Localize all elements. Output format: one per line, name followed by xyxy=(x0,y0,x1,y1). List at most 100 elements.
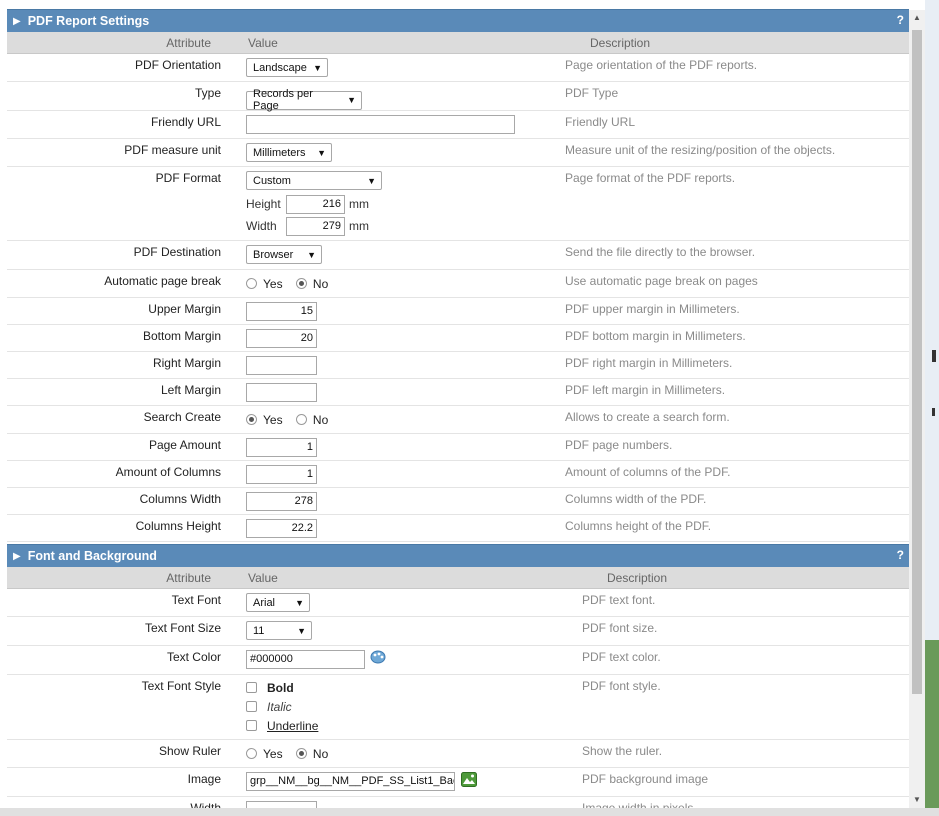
show-ruler-yes-radio[interactable] xyxy=(246,748,257,760)
scroll-up-arrow-icon[interactable]: ▲ xyxy=(909,10,925,26)
type-select[interactable]: Records per Page ▼ xyxy=(246,88,362,112)
background-window-edge-image xyxy=(925,640,939,816)
background-window-mark xyxy=(932,408,935,416)
row-show-ruler: Show Ruler Yes No Show the ruler. xyxy=(7,740,909,768)
page-amount-input[interactable]: 1 xyxy=(246,438,317,457)
dropdown-arrow-icon: ▼ xyxy=(367,175,376,186)
radio-label-yes: Yes xyxy=(263,412,283,427)
attribute-description: Send the file directly to the browser. xyxy=(565,245,756,259)
attribute-description: PDF bottom margin in Millimeters. xyxy=(565,329,746,343)
format-height-input[interactable]: 216 xyxy=(286,194,345,214)
row-type: Type Records per Page ▼ PDF Type xyxy=(7,82,909,112)
underline-checkbox[interactable] xyxy=(246,720,257,732)
attribute-label: Text Font xyxy=(171,593,221,607)
bottom-margin-input[interactable]: 20 xyxy=(246,329,317,348)
section-header-pdf[interactable]: ▶ PDF Report Settings ? xyxy=(7,9,909,32)
attribute-description: Allows to create a search form. xyxy=(565,410,730,424)
attribute-label: Image xyxy=(187,772,221,786)
radio-label-yes: Yes xyxy=(263,746,283,761)
underline-label: Underline xyxy=(267,718,319,733)
row-automatic-page-break: Automatic page break Yes No Use automati… xyxy=(7,270,909,298)
attribute-label: Type xyxy=(194,86,221,100)
row-text-color: Text Color #000000 PDF text color. xyxy=(7,646,909,675)
attribute-label: PDF Orientation xyxy=(134,58,221,72)
attribute-description: PDF background image xyxy=(582,772,709,786)
radio-label-no: No xyxy=(312,412,329,427)
attribute-label: Columns Height xyxy=(135,519,221,533)
upper-margin-input[interactable]: 15 xyxy=(246,302,317,321)
amount-of-columns-input[interactable]: 1 xyxy=(246,465,317,484)
section-header-font[interactable]: ▶ Font and Background ? xyxy=(7,544,909,567)
vertical-scrollbar[interactable]: ▲ ▼ xyxy=(909,10,925,808)
image-picker-icon[interactable] xyxy=(461,772,478,787)
search-create-no-radio[interactable] xyxy=(295,414,307,426)
measure-unit-select[interactable]: Millimeters ▼ xyxy=(246,143,332,162)
column-header-attribute: Attribute xyxy=(166,570,211,585)
attribute-description: Page format of the PDF reports. xyxy=(565,171,736,185)
collapse-triangle-icon[interactable]: ▶ xyxy=(13,16,21,27)
bold-option: Bold xyxy=(246,680,582,699)
attribute-description: PDF Type xyxy=(565,86,619,100)
dropdown-arrow-icon: ▼ xyxy=(317,147,326,158)
bold-checkbox[interactable] xyxy=(246,682,257,694)
bottom-edge xyxy=(0,808,939,816)
orientation-select-value: Landscape xyxy=(253,61,307,74)
attribute-description: Show the ruler. xyxy=(582,744,663,758)
orientation-select[interactable]: Landscape ▼ xyxy=(246,58,328,77)
scrollbar-thumb[interactable] xyxy=(912,30,922,694)
radio-label-yes: Yes xyxy=(263,276,283,291)
format-width-input[interactable]: 279 xyxy=(286,216,345,236)
color-picker-icon[interactable] xyxy=(370,650,386,664)
measure-unit-select-value: Millimeters xyxy=(253,146,306,159)
type-select-value: Records per Page xyxy=(253,88,313,112)
radio-label-no: No xyxy=(312,746,329,761)
friendly-url-input[interactable] xyxy=(246,115,515,134)
row-text-font-style: Text Font Style Bold Italic Underline PD… xyxy=(7,675,909,740)
scroll-down-arrow-icon[interactable]: ▼ xyxy=(909,792,925,808)
help-icon[interactable]: ? xyxy=(897,548,904,562)
dropdown-arrow-icon: ▼ xyxy=(313,62,322,73)
image-input[interactable]: grp__NM__bg__NM__PDF_SS_List1_Bac xyxy=(246,772,455,791)
show-ruler-no-radio[interactable] xyxy=(295,748,307,760)
attribute-label: Upper Margin xyxy=(148,302,221,316)
text-font-size-select[interactable]: 11 ▼ xyxy=(246,621,312,640)
destination-select[interactable]: Browser ▼ xyxy=(246,245,322,264)
attribute-label: Amount of Columns xyxy=(115,465,221,479)
text-color-input[interactable]: #000000 xyxy=(246,650,365,669)
left-margin-input[interactable] xyxy=(246,383,317,402)
row-columns-height: Columns Height 22.2 Columns height of th… xyxy=(7,515,909,542)
attribute-description: PDF right margin in Millimeters. xyxy=(565,356,733,370)
row-right-margin: Right Margin PDF right margin in Millime… xyxy=(7,352,909,379)
attribute-description: PDF text font. xyxy=(582,593,656,607)
columns-width-input[interactable]: 278 xyxy=(246,492,317,511)
row-amount-of-columns: Amount of Columns 1 Amount of columns of… xyxy=(7,461,909,488)
attribute-description: PDF left margin in Millimeters. xyxy=(565,383,726,397)
attribute-label: Show Ruler xyxy=(158,744,221,758)
row-columns-width: Columns Width 278 Columns width of the P… xyxy=(7,488,909,515)
page-break-no-radio[interactable] xyxy=(295,278,307,290)
collapse-triangle-icon[interactable]: ▶ xyxy=(13,551,21,562)
row-friendly-url: Friendly URL Friendly URL xyxy=(7,111,909,139)
row-image: Image grp__NM__bg__NM__PDF_SS_List1_Bac … xyxy=(7,768,909,797)
text-font-select[interactable]: Arial ▼ xyxy=(246,593,310,612)
font-background-section: ▶ Font and Background ? Attribute Value … xyxy=(7,544,909,816)
help-icon[interactable]: ? xyxy=(897,13,904,27)
right-margin-input[interactable] xyxy=(246,356,317,375)
attribute-description: Use automatic page break on pages xyxy=(565,274,758,288)
search-create-yes-radio[interactable] xyxy=(246,414,257,426)
italic-checkbox[interactable] xyxy=(246,701,257,713)
width-unit: mm xyxy=(349,219,369,233)
attribute-label: Bottom Margin xyxy=(142,329,221,343)
settings-panel: ▶ PDF Report Settings ? Attribute Value … xyxy=(7,0,909,816)
column-header-row: Attribute Value Description xyxy=(7,567,909,589)
attribute-label: PDF measure unit xyxy=(124,143,221,157)
columns-height-input[interactable]: 22.2 xyxy=(246,519,317,538)
attribute-label: Page Amount xyxy=(148,438,221,452)
row-pdf-orientation: PDF Orientation Landscape ▼ Page orientat… xyxy=(7,54,909,82)
page-break-yes-radio[interactable] xyxy=(246,278,257,290)
dropdown-arrow-icon: ▼ xyxy=(307,249,316,260)
height-label: Height xyxy=(246,197,281,211)
format-select[interactable]: Custom ▼ xyxy=(246,171,382,190)
attribute-description: Columns height of the PDF. xyxy=(565,519,712,533)
attribute-description: Columns width of the PDF. xyxy=(565,492,707,506)
